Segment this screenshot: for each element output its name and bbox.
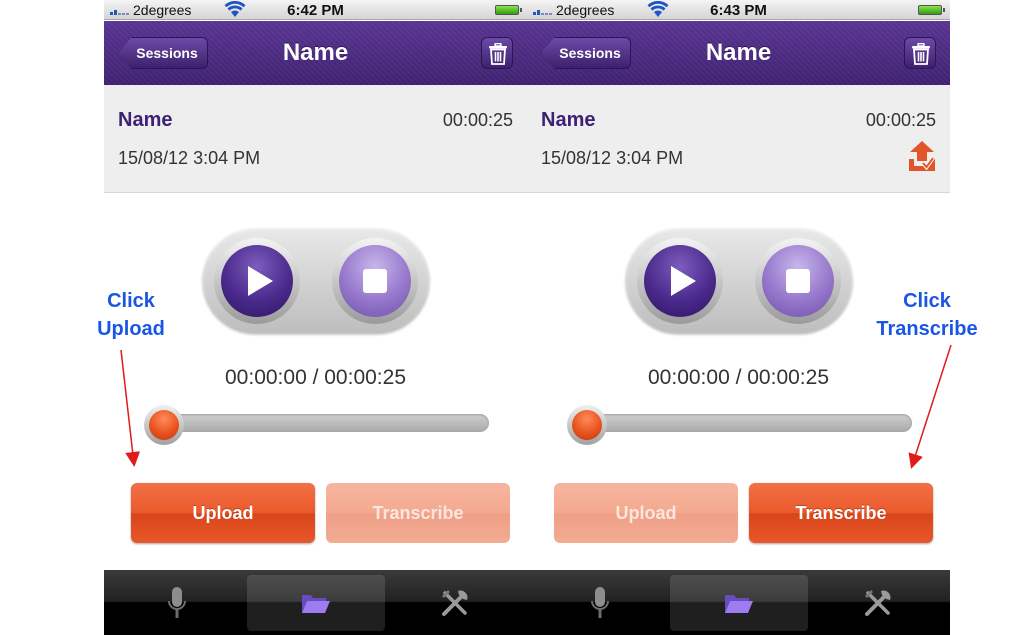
annotation-arrows [120,344,952,469]
arrow-to-transcribe [908,344,952,469]
arrow-to-upload [120,349,141,467]
